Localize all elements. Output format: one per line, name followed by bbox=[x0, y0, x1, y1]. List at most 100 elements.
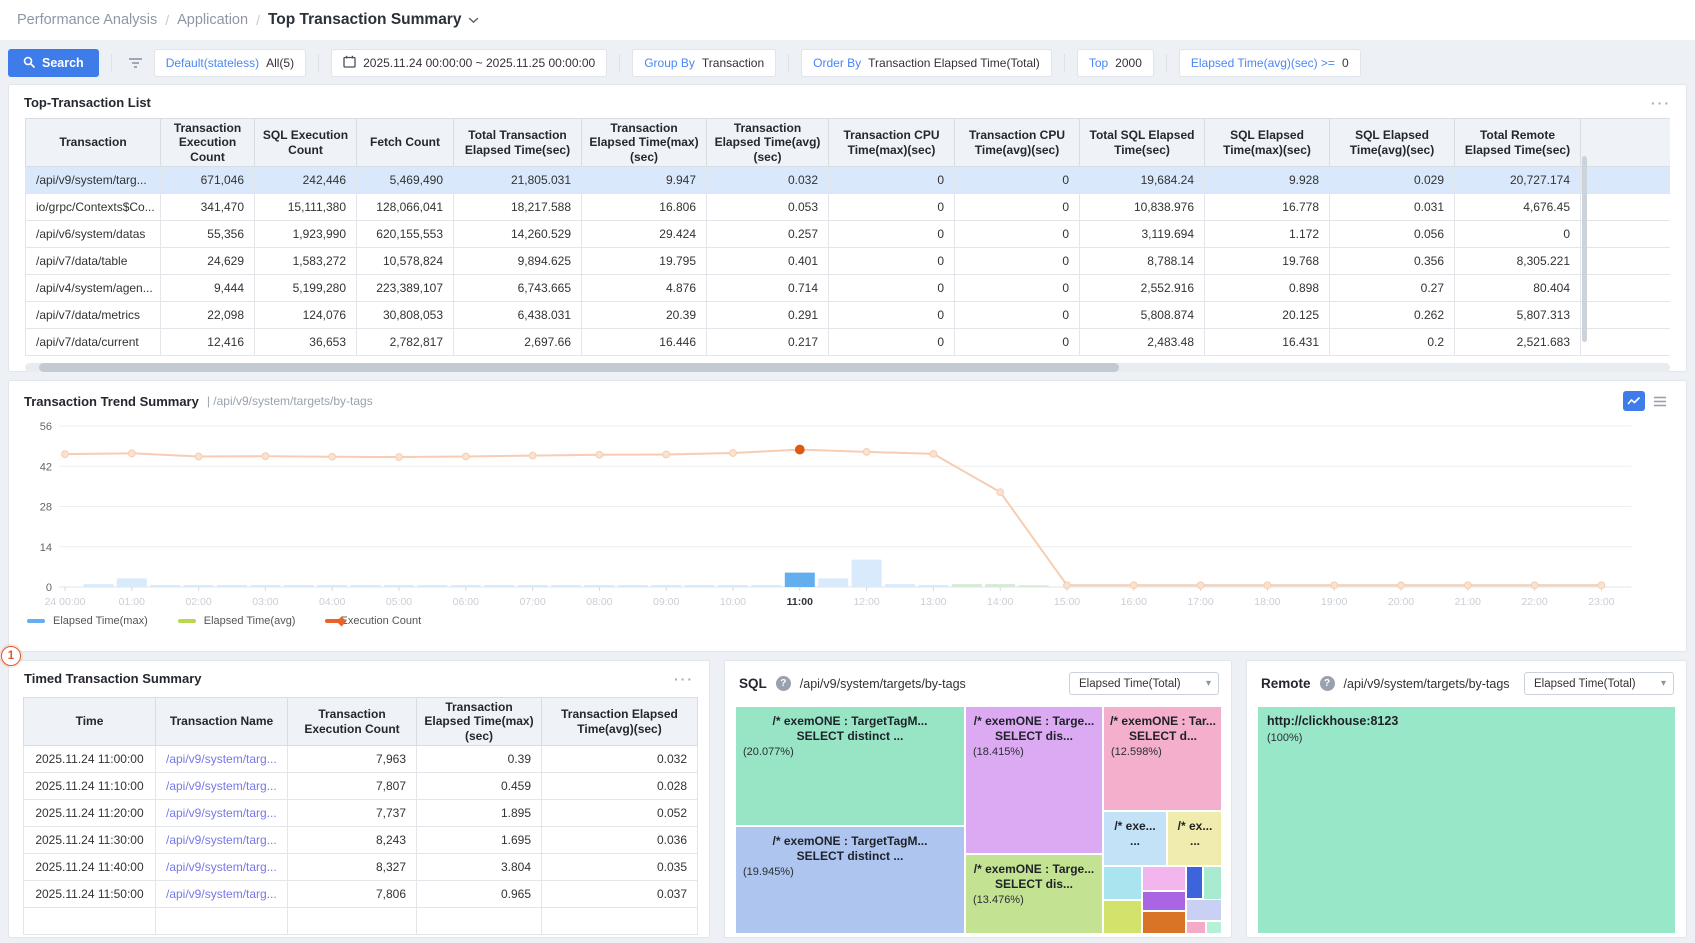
page-title[interactable]: Top Transaction Summary bbox=[268, 11, 462, 29]
trend-point[interactable] bbox=[663, 451, 670, 458]
column-header[interactable]: Total SQL Elapsed Time(sec) bbox=[1080, 119, 1205, 167]
column-header[interactable]: Transaction Elapsed Time(avg)(sec) bbox=[542, 698, 698, 746]
treemap-cell[interactable] bbox=[1103, 900, 1142, 934]
trend-bar[interactable] bbox=[83, 584, 113, 587]
filter-icon[interactable] bbox=[124, 57, 147, 69]
column-header[interactable]: Transaction Elapsed Time(avg)(sec) bbox=[707, 119, 829, 167]
trend-bar[interactable] bbox=[351, 585, 381, 587]
table-row[interactable]: /api/v7/data/table24,6291,583,27210,578,… bbox=[26, 248, 1671, 275]
trend-point[interactable] bbox=[1064, 582, 1071, 589]
trend-bar[interactable] bbox=[718, 585, 748, 587]
list-view-button[interactable] bbox=[1649, 391, 1671, 411]
trend-point[interactable] bbox=[396, 454, 403, 461]
trend-point[interactable] bbox=[863, 448, 870, 455]
column-header[interactable]: Fetch Count bbox=[357, 119, 454, 167]
trend-bar[interactable] bbox=[484, 585, 514, 587]
table-row[interactable]: /api/v7/data/current12,41636,6532,782,81… bbox=[26, 329, 1671, 356]
treemap-cell[interactable]: /* exemONE : Targe...SELECT dis...(13.47… bbox=[965, 854, 1103, 934]
transaction-link[interactable]: /api/v9/system/targ... bbox=[166, 806, 277, 820]
help-icon[interactable]: ? bbox=[1320, 676, 1335, 691]
trend-point[interactable] bbox=[1264, 582, 1271, 589]
vertical-scrollbar[interactable] bbox=[1582, 156, 1587, 342]
treemap-cell[interactable]: /* exemONE : Targe...SELECT dis...(18.41… bbox=[965, 706, 1103, 854]
trend-point[interactable] bbox=[462, 453, 469, 460]
trend-chart[interactable]: 01428425624 00:0001:0002:0003:0004:0005:… bbox=[19, 417, 1676, 613]
column-header[interactable]: SQL Execution Count bbox=[255, 119, 357, 167]
trend-bar[interactable] bbox=[651, 585, 681, 587]
trend-bar[interactable] bbox=[317, 585, 347, 587]
table-row[interactable]: 2025.11.24 11:00:00/api/v9/system/targ..… bbox=[24, 746, 698, 773]
treemap-cell[interactable] bbox=[1203, 866, 1221, 900]
trend-bar[interactable] bbox=[284, 585, 314, 587]
trend-point[interactable] bbox=[62, 451, 69, 458]
trend-point[interactable] bbox=[596, 451, 603, 458]
table-row[interactable]: /api/v9/system/targ...671,046242,4465,46… bbox=[26, 167, 1671, 194]
legend-item[interactable]: Elapsed Time(avg) bbox=[178, 615, 296, 627]
order-by-chip[interactable]: Order By Transaction Elapsed Time(Total) bbox=[801, 49, 1052, 77]
transaction-link[interactable]: /api/v9/system/targ... bbox=[166, 752, 277, 766]
treemap-cell[interactable] bbox=[1142, 891, 1186, 911]
trend-point-highlighted[interactable] bbox=[795, 445, 804, 454]
treemap-cell[interactable]: /* exemONE : Tar...SELECT d...(12.598%) bbox=[1103, 706, 1221, 811]
trend-bar[interactable] bbox=[250, 585, 280, 587]
trend-bar[interactable] bbox=[918, 585, 948, 587]
trend-bar[interactable] bbox=[985, 584, 1015, 587]
column-header[interactable]: Total Transaction Elapsed Time(sec) bbox=[454, 119, 582, 167]
trend-point[interactable] bbox=[329, 453, 336, 460]
table-row[interactable]: 2025.11.24 11:10:00/api/v9/system/targ..… bbox=[24, 773, 698, 800]
trend-point[interactable] bbox=[1531, 582, 1538, 589]
trend-bar[interactable] bbox=[150, 585, 180, 587]
trend-bar[interactable] bbox=[618, 585, 648, 587]
transaction-link[interactable]: /api/v9/system/targ... bbox=[166, 887, 277, 901]
column-header[interactable]: SQL Elapsed Time(max)(sec) bbox=[1205, 119, 1330, 167]
treemap-cell[interactable] bbox=[1206, 921, 1221, 934]
date-range-chip[interactable]: 2025.11.24 00:00:00 ~ 2025.11.25 00:00:0… bbox=[331, 49, 607, 77]
help-icon[interactable]: ? bbox=[776, 676, 791, 691]
trend-bar[interactable] bbox=[952, 584, 982, 587]
legend-item[interactable]: Elapsed Time(max) bbox=[27, 615, 148, 627]
treemap-cell[interactable] bbox=[1142, 866, 1186, 891]
column-header[interactable]: Transaction Elapsed Time(max)(sec) bbox=[582, 119, 707, 167]
panel-menu-icon[interactable]: ··· bbox=[674, 674, 694, 684]
trend-bar[interactable] bbox=[785, 573, 815, 587]
trend-point[interactable] bbox=[997, 489, 1004, 496]
treemap-cell[interactable]: /* exemONE : TargetTagM...SELECT distinc… bbox=[735, 826, 965, 934]
trend-bar[interactable] bbox=[852, 560, 882, 587]
trend-bar[interactable] bbox=[451, 585, 481, 587]
sql-metric-select[interactable]: Elapsed Time(Total) ▾ bbox=[1069, 672, 1219, 695]
trend-bar[interactable] bbox=[818, 578, 848, 587]
transaction-link[interactable]: /api/v9/system/targ... bbox=[166, 860, 277, 874]
breadcrumb-item-application[interactable]: Application bbox=[177, 12, 248, 28]
transaction-link[interactable]: /api/v9/system/targ... bbox=[166, 779, 277, 793]
column-header[interactable]: Total Remote Elapsed Time(sec) bbox=[1455, 119, 1581, 167]
treemap-cell[interactable]: /* exemONE : TargetTagM...SELECT distinc… bbox=[735, 706, 965, 826]
trend-bar[interactable] bbox=[1019, 585, 1049, 587]
table-row[interactable]: /api/v4/system/agen...9,4445,199,280223,… bbox=[26, 275, 1671, 302]
table-row[interactable]: 2025.11.24 11:20:00/api/v9/system/targ..… bbox=[24, 800, 698, 827]
trend-bar[interactable] bbox=[518, 585, 548, 587]
column-header[interactable]: Transaction bbox=[26, 119, 161, 167]
column-header[interactable]: Time bbox=[24, 698, 156, 746]
transaction-link[interactable]: /api/v9/system/targ... bbox=[166, 833, 277, 847]
trend-point[interactable] bbox=[1464, 582, 1471, 589]
treemap-cell[interactable] bbox=[1186, 866, 1203, 899]
agent-filter-chip[interactable]: Default(stateless) All(5) bbox=[154, 49, 306, 77]
table-row[interactable]: 2025.11.24 11:50:00/api/v9/system/targ..… bbox=[24, 881, 698, 908]
trend-point[interactable] bbox=[1598, 582, 1605, 589]
column-header[interactable]: SQL Elapsed Time(avg)(sec) bbox=[1330, 119, 1455, 167]
trend-point[interactable] bbox=[1130, 582, 1137, 589]
treemap-cell[interactable]: /* ex...... bbox=[1167, 811, 1221, 866]
treemap-cell[interactable] bbox=[1142, 911, 1186, 934]
chart-view-button[interactable] bbox=[1623, 391, 1645, 411]
treemap-cell[interactable] bbox=[1186, 899, 1221, 921]
trend-bar[interactable] bbox=[417, 585, 447, 587]
group-by-chip[interactable]: Group By Transaction bbox=[632, 49, 776, 77]
column-header[interactable]: Transaction Elapsed Time(max)(sec) bbox=[417, 698, 542, 746]
trend-bar[interactable] bbox=[685, 585, 715, 587]
trend-point[interactable] bbox=[730, 450, 737, 457]
column-header[interactable]: Transaction CPU Time(avg)(sec) bbox=[955, 119, 1080, 167]
trend-point[interactable] bbox=[930, 450, 937, 457]
remote-metric-select[interactable]: Elapsed Time(Total) ▾ bbox=[1524, 672, 1674, 695]
horizontal-scrollbar-thumb[interactable] bbox=[39, 363, 1119, 372]
column-header[interactable]: Transaction Execution Count bbox=[161, 119, 255, 167]
